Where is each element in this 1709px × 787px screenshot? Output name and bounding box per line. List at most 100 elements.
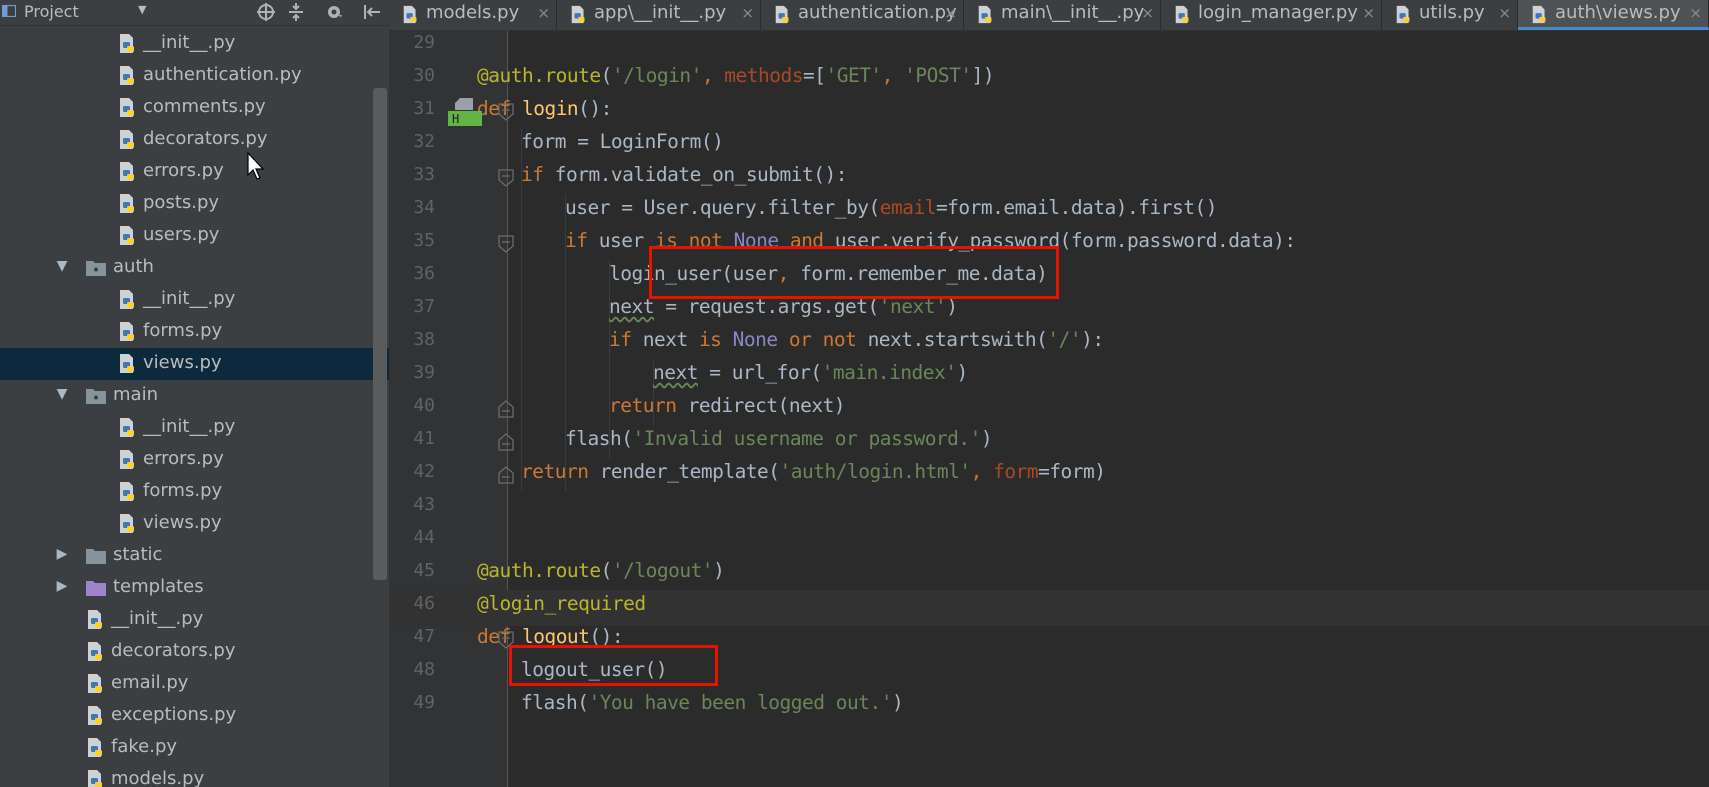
tree-item[interactable]: __init__.py bbox=[0, 412, 389, 444]
implements-marker-icon[interactable]: H bbox=[447, 97, 483, 127]
code-line[interactable]: 30 @auth.route('/login', methods=['GET', … bbox=[389, 62, 1709, 98]
tree-item[interactable]: exceptions.py bbox=[0, 700, 389, 732]
tree-item-label: __init__.py bbox=[143, 416, 236, 437]
code-line[interactable]: 33 if form.validate_on_submit(): bbox=[389, 161, 1709, 197]
tab-label: main\__init__.py bbox=[1001, 2, 1145, 23]
tree-item[interactable]: views.py bbox=[0, 348, 389, 380]
tree-item[interactable]: email.py bbox=[0, 668, 389, 700]
close-icon[interactable]: × bbox=[1689, 4, 1702, 22]
tree-item-label: __init__.py bbox=[143, 288, 236, 309]
tree-item[interactable]: errors.py bbox=[0, 444, 389, 476]
chevron-down-icon[interactable]: ▼ bbox=[138, 3, 146, 16]
editor-tab[interactable]: authentication.py × bbox=[761, 0, 964, 30]
code-line[interactable]: 38 if next is None or not next.startswith… bbox=[389, 326, 1709, 362]
tree-item[interactable]: views.py bbox=[0, 508, 389, 540]
line-number: 39 bbox=[413, 362, 435, 383]
tree-item[interactable]: forms.py bbox=[0, 476, 389, 508]
tree-item[interactable]: decorators.py bbox=[0, 124, 389, 156]
code-token: if bbox=[521, 163, 555, 186]
code-text: form = LoginForm() bbox=[521, 130, 724, 153]
tree-item[interactable]: forms.py bbox=[0, 316, 389, 348]
code-token: ) bbox=[956, 361, 969, 384]
close-icon[interactable]: × bbox=[1141, 4, 1154, 22]
expand-arrow-right-icon[interactable]: ▶ bbox=[54, 546, 70, 562]
tree-item[interactable]: errors.py bbox=[0, 156, 389, 188]
code-token: flash( bbox=[565, 427, 633, 450]
editor-tab[interactable]: auth\views.py × bbox=[1518, 0, 1709, 30]
code-line[interactable]: 40 return redirect(next) bbox=[389, 392, 1709, 428]
tree-item[interactable]: fake.py bbox=[0, 732, 389, 764]
close-icon[interactable]: × bbox=[944, 4, 957, 22]
templates-folder-icon bbox=[86, 581, 106, 596]
fold-end-icon[interactable] bbox=[498, 466, 514, 484]
tree-item[interactable]: posts.py bbox=[0, 188, 389, 220]
tree-item[interactable]: ▶ static bbox=[0, 540, 389, 572]
expand-arrow-down-icon[interactable]: ▼ bbox=[54, 258, 70, 274]
code-token: 'main.index' bbox=[821, 361, 957, 384]
code-token: , bbox=[701, 64, 725, 87]
tree-item[interactable]: users.py bbox=[0, 220, 389, 252]
project-title[interactable]: Project bbox=[24, 2, 79, 21]
editor-tab[interactable]: main\__init__.py × bbox=[964, 0, 1161, 30]
fold-start-icon[interactable] bbox=[498, 169, 514, 187]
code-line[interactable]: 29 bbox=[389, 31, 1709, 65]
project-tree-scrollbar[interactable] bbox=[373, 88, 387, 580]
fold-end-icon[interactable] bbox=[498, 433, 514, 451]
line-number: 43 bbox=[413, 494, 435, 515]
locate-icon[interactable] bbox=[256, 2, 276, 22]
fold-end-icon[interactable] bbox=[498, 400, 514, 418]
tree-item[interactable]: ▼ auth bbox=[0, 252, 389, 284]
code-line[interactable]: 49 flash('You have been logged out.') bbox=[389, 689, 1709, 725]
editor-tab[interactable]: utils.py × bbox=[1382, 0, 1518, 30]
hide-panel-icon[interactable] bbox=[362, 2, 382, 22]
editor-tab[interactable]: app\__init__.py × bbox=[557, 0, 761, 30]
code-line[interactable]: 32 form = LoginForm() bbox=[389, 128, 1709, 164]
code-token: ): bbox=[1081, 328, 1104, 351]
close-icon[interactable]: × bbox=[741, 4, 754, 22]
python-file-icon bbox=[120, 354, 134, 373]
python-file-icon bbox=[1532, 5, 1546, 24]
tab-label: utils.py bbox=[1419, 2, 1485, 23]
code-line[interactable]: 42 return render_template('auth/login.htm… bbox=[389, 458, 1709, 494]
code-line[interactable]: 34 user = User.query.filter_by(email=form… bbox=[389, 194, 1709, 230]
tree-item[interactable]: models.py bbox=[0, 764, 389, 787]
code-line[interactable]: 44 bbox=[389, 524, 1709, 560]
tree-item[interactable]: authentication.py bbox=[0, 60, 389, 92]
tree-item[interactable]: ▼ main bbox=[0, 380, 389, 412]
expand-arrow-down-icon[interactable]: ▼ bbox=[54, 386, 70, 402]
python-file-icon bbox=[120, 66, 134, 85]
code-line[interactable]: 45 @auth.route('/logout') bbox=[389, 557, 1709, 593]
code-token: or not bbox=[788, 328, 868, 351]
python-file-icon bbox=[775, 5, 789, 24]
tree-item[interactable]: decorators.py bbox=[0, 636, 389, 668]
collapse-all-icon[interactable] bbox=[286, 2, 306, 22]
tree-item[interactable]: __init__.py bbox=[0, 284, 389, 316]
fold-start-icon[interactable] bbox=[498, 631, 514, 649]
tree-item[interactable]: comments.py bbox=[0, 92, 389, 124]
code-token: next bbox=[609, 295, 654, 318]
close-icon[interactable]: × bbox=[537, 4, 550, 22]
close-icon[interactable]: × bbox=[1498, 4, 1511, 22]
code-token: 'You have been logged out.' bbox=[588, 691, 892, 714]
tree-item-label: views.py bbox=[143, 352, 222, 373]
code-editor[interactable]: 29 30 @auth.route('/login', methods=['GET'… bbox=[389, 31, 1709, 787]
python-file-icon bbox=[120, 130, 134, 149]
code-text: return render_template('auth/login.html'… bbox=[521, 460, 1106, 483]
editor-tab[interactable]: models.py × bbox=[389, 0, 557, 30]
tree-item[interactable]: ▶ templates bbox=[0, 572, 389, 604]
editor-tab[interactable]: login_manager.py × bbox=[1161, 0, 1382, 30]
tree-item-label: errors.py bbox=[143, 160, 224, 181]
code-line[interactable]: 39 next = url_for('main.index') bbox=[389, 359, 1709, 395]
tree-item[interactable]: __init__.py bbox=[0, 604, 389, 636]
fold-start-icon[interactable] bbox=[498, 235, 514, 253]
close-icon[interactable]: × bbox=[1362, 4, 1375, 22]
code-line[interactable]: 41 flash('Invalid username or password.') bbox=[389, 425, 1709, 461]
fold-start-icon[interactable] bbox=[498, 103, 514, 121]
tree-item[interactable]: __init__.py bbox=[0, 28, 389, 60]
expand-arrow-right-icon[interactable]: ▶ bbox=[54, 578, 70, 594]
code-line[interactable]: 46 @login_required bbox=[389, 590, 1709, 626]
code-token: form = LoginForm() bbox=[521, 130, 724, 153]
code-line[interactable]: 31 def login(): bbox=[389, 95, 1709, 131]
code-line[interactable]: 43 bbox=[389, 491, 1709, 527]
gear-icon[interactable] bbox=[325, 2, 345, 22]
